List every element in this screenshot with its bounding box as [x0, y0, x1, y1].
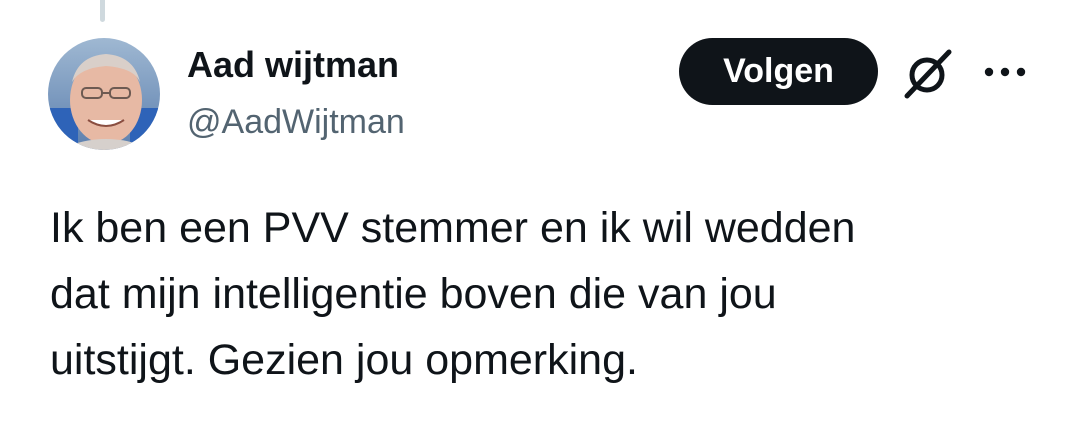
tweet-text-line: uitstijgt. Gezien jou opmerking. [50, 336, 638, 384]
grok-icon[interactable] [900, 46, 956, 102]
tweet-text-line: dat mijn intelligentie boven die van jou [50, 270, 777, 318]
profile-photo-icon [48, 38, 160, 150]
tweet-text: Ik ben een PVV stemmer en ik wil wedden … [50, 195, 1050, 393]
author-handle[interactable]: @AadWijtman [187, 101, 405, 143]
author-name[interactable]: Aad wijtman [187, 43, 399, 87]
tweet-text-line: Ik ben een PVV stemmer en ik wil wedden [50, 204, 856, 252]
avatar[interactable] [48, 38, 160, 150]
thread-connector-line [100, 0, 105, 22]
more-horizontal-icon[interactable] [982, 60, 1028, 84]
follow-button[interactable]: Volgen [679, 38, 878, 105]
